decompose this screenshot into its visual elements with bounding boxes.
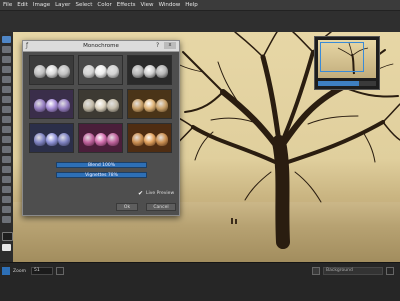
- navigator-viewport[interactable]: [320, 42, 364, 72]
- fill-tool-icon[interactable]: [2, 116, 11, 123]
- preset-thumbnail-blue[interactable]: [29, 123, 74, 153]
- menu-layer[interactable]: Layer: [55, 0, 70, 11]
- background-color-swatch[interactable]: [2, 244, 11, 251]
- shape-tool-icon[interactable]: [2, 186, 11, 193]
- clone-tool-icon[interactable]: [2, 136, 11, 143]
- preset-cup-shape: [46, 65, 58, 78]
- cancel-button[interactable]: Cancel: [146, 203, 176, 211]
- tool-panel: [0, 32, 14, 262]
- blend-slider[interactable]: Blend 100%: [56, 162, 147, 168]
- pen-tool-icon[interactable]: [2, 196, 11, 203]
- layer-name-field[interactable]: Background: [323, 267, 383, 275]
- magic-wand-tool-icon[interactable]: [2, 66, 11, 73]
- preset-cup-shape: [46, 133, 58, 146]
- gradient-tool-icon[interactable]: [2, 126, 11, 133]
- hand-tool-icon[interactable]: [2, 206, 11, 213]
- options-toolbar: [0, 11, 400, 33]
- menu-select[interactable]: Select: [75, 0, 92, 11]
- select-tool-icon[interactable]: [2, 46, 11, 53]
- menu-help[interactable]: Help: [185, 0, 198, 11]
- preset-thumbnail-neutral-light[interactable]: [78, 55, 123, 85]
- blur-tool-icon[interactable]: [2, 146, 11, 153]
- layer-options-icon[interactable]: [386, 267, 394, 275]
- preset-cup-shape: [95, 65, 107, 78]
- preset-thumbnail-sepia-grey[interactable]: [78, 89, 123, 119]
- preset-cup-shape: [83, 133, 95, 146]
- dialog-titlebar[interactable]: ƒ Monochrome ? x: [23, 41, 179, 52]
- preset-cup-shape: [144, 65, 156, 78]
- menu-window[interactable]: Window: [159, 0, 181, 11]
- zoom-tool-icon[interactable]: [2, 216, 11, 223]
- preset-cup-shape: [156, 99, 168, 112]
- zoom-dropdown-icon[interactable]: [56, 267, 64, 275]
- preset-cup-shape: [156, 133, 168, 146]
- preset-cup-shape: [132, 65, 144, 78]
- crop-tool-icon[interactable]: [2, 76, 11, 83]
- menu-file[interactable]: File: [3, 0, 12, 11]
- text-tool-icon[interactable]: [2, 176, 11, 183]
- preset-cup-shape: [34, 99, 46, 112]
- dodge-tool-icon[interactable]: [2, 156, 11, 163]
- move-tool-icon[interactable]: [2, 36, 11, 43]
- preset-cup-shape: [156, 65, 168, 78]
- navigator-panel: [314, 36, 380, 90]
- live-preview-checkbox[interactable]: ✔: [138, 191, 144, 197]
- preset-cup-shape: [58, 133, 70, 146]
- navigator-zoom-slider[interactable]: [318, 81, 376, 86]
- ok-button[interactable]: Ok: [116, 203, 138, 211]
- preset-cup-shape: [144, 99, 156, 112]
- preset-cup-shape: [107, 65, 119, 78]
- preset-thumbnail-sepia[interactable]: [127, 89, 172, 119]
- zoom-input[interactable]: 51: [31, 267, 53, 275]
- preset-cup-shape: [58, 65, 70, 78]
- pencil-tool-icon[interactable]: [2, 96, 11, 103]
- menu-effects[interactable]: Effects: [117, 0, 136, 11]
- preset-cup-shape: [107, 99, 119, 112]
- preset-cup-shape: [95, 133, 107, 146]
- close-button[interactable]: x: [164, 42, 176, 49]
- layers-icon[interactable]: [2, 267, 10, 275]
- menu-color[interactable]: Color: [97, 0, 111, 11]
- preset-thumbnail-purple[interactable]: [29, 89, 74, 119]
- preset-thumbnail-neutral-dark[interactable]: [127, 55, 172, 85]
- preset-cup-shape: [83, 99, 95, 112]
- menu-view[interactable]: View: [141, 0, 154, 11]
- eraser-tool-icon[interactable]: [2, 106, 11, 113]
- menu-image[interactable]: Image: [33, 0, 50, 11]
- brush-tool-icon[interactable]: [2, 86, 11, 93]
- help-icon[interactable]: ?: [156, 41, 159, 51]
- preset-cup-shape: [95, 99, 107, 112]
- foreground-color-swatch[interactable]: [2, 232, 13, 241]
- lasso-tool-icon[interactable]: [2, 56, 11, 63]
- monochrome-dialog: ƒ Monochrome ? x Blend 100% Vignettes 78…: [22, 40, 180, 216]
- preset-cup-shape: [58, 99, 70, 112]
- layer-thumbnail-icon: [312, 267, 320, 275]
- preset-cup-shape: [132, 133, 144, 146]
- vignettes-slider[interactable]: Vignettes 78%: [56, 172, 147, 178]
- menu-bar: File Edit Image Layer Select Color Effec…: [0, 0, 400, 11]
- status-bar: Zoom 51 Background: [0, 262, 400, 301]
- preset-cup-shape: [34, 65, 46, 78]
- preset-cup-shape: [107, 133, 119, 146]
- preset-cup-shape: [34, 133, 46, 146]
- preset-cup-shape: [132, 99, 144, 112]
- preset-cup-shape: [46, 99, 58, 112]
- menu-edit[interactable]: Edit: [17, 0, 28, 11]
- vignettes-label: Vignettes 78%: [85, 173, 118, 178]
- zoom-label: Zoom: [13, 269, 26, 274]
- preset-thumbnail-copper[interactable]: [127, 123, 172, 153]
- eyedropper-tool-icon[interactable]: [2, 166, 11, 173]
- preset-thumbnail-magenta[interactable]: [78, 123, 123, 153]
- preset-cup-shape: [83, 65, 95, 78]
- blend-label: Blend 100%: [87, 163, 116, 168]
- preset-cup-shape: [144, 133, 156, 146]
- live-preview-label: Live Preview: [146, 191, 175, 196]
- preset-thumbnail-neutral[interactable]: [29, 55, 74, 85]
